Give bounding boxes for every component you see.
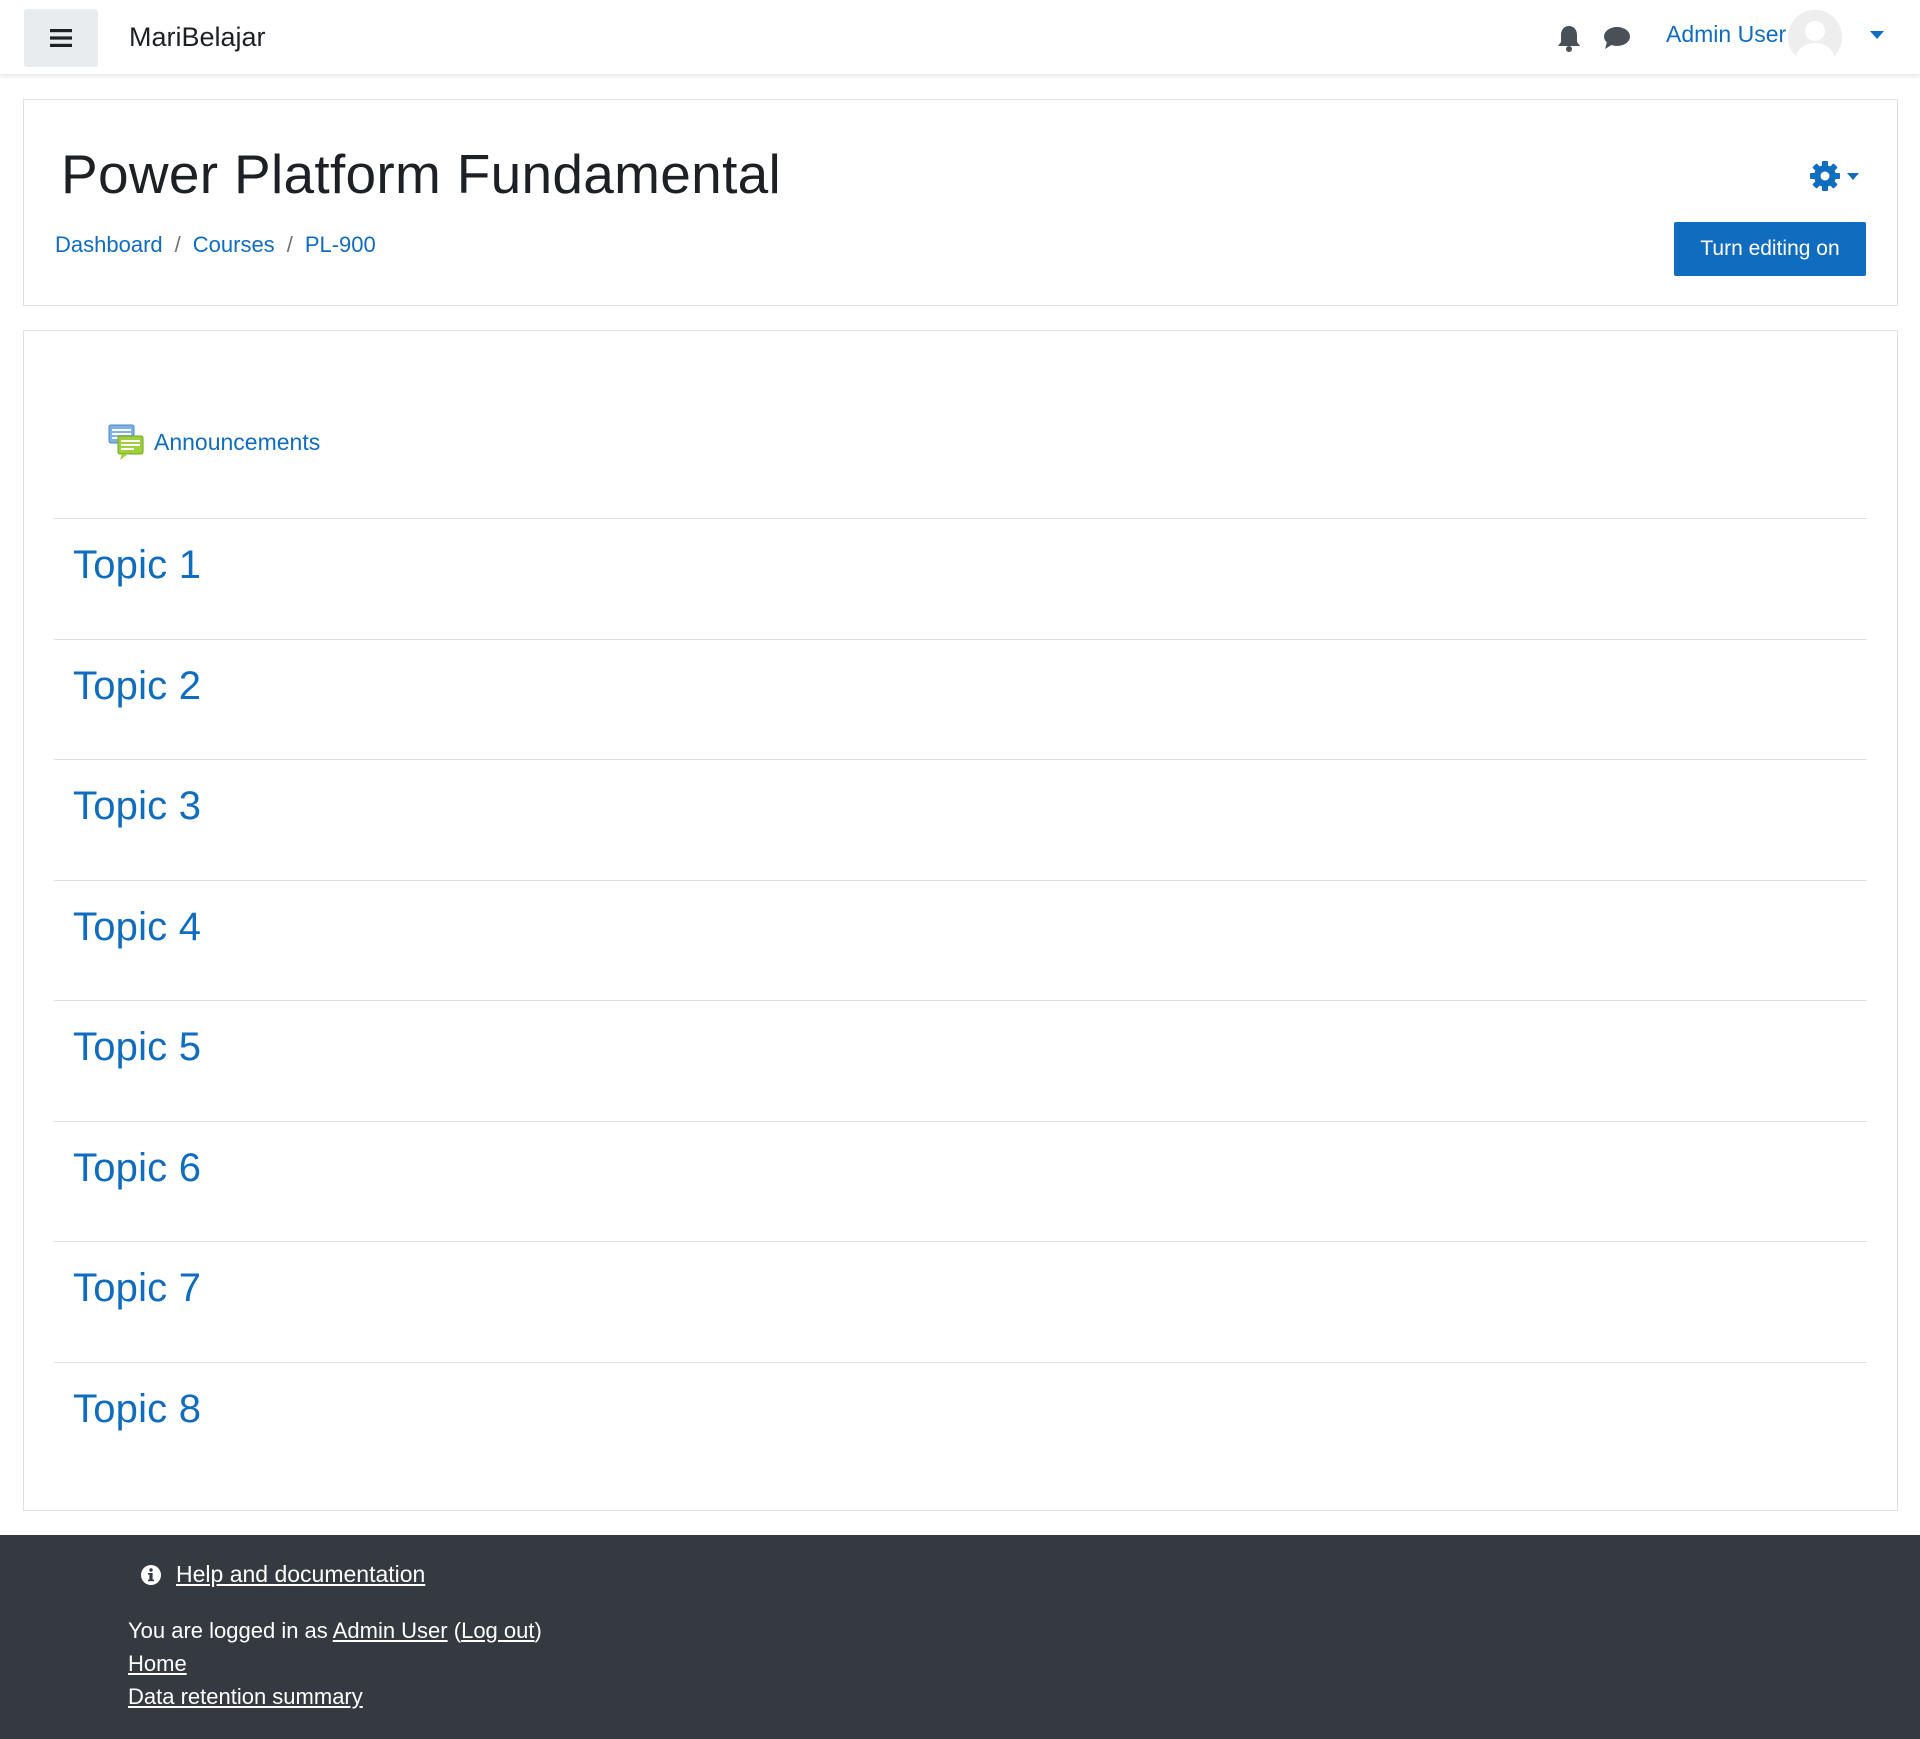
data-retention-link[interactable]: Data retention summary bbox=[128, 1684, 363, 1710]
topic-section: Topic 5 bbox=[54, 1000, 1867, 1121]
chat-icon[interactable] bbox=[1603, 26, 1631, 50]
topic-6-link[interactable]: Topic 6 bbox=[73, 1146, 201, 1191]
topic-5-link[interactable]: Topic 5 bbox=[73, 1025, 201, 1070]
announcements-forum-link[interactable]: Announcements bbox=[106, 422, 320, 462]
topic-3-link[interactable]: Topic 3 bbox=[73, 784, 201, 829]
help-documentation-link[interactable]: Help and documentation bbox=[176, 1561, 425, 1588]
avatar-icon bbox=[1788, 10, 1842, 64]
login-info-prefix: You are logged in as bbox=[128, 1618, 328, 1643]
topic-section: Topic 7 bbox=[54, 1241, 1867, 1362]
page-header: Power Platform Fundamental Dashboard / C… bbox=[23, 99, 1898, 306]
paren-close: ) bbox=[534, 1618, 542, 1643]
breadcrumb-separator: / bbox=[286, 232, 293, 257]
login-info: You are logged in as Admin User (Log out… bbox=[128, 1618, 542, 1644]
logout-link[interactable]: Log out bbox=[461, 1618, 534, 1643]
course-settings-menu[interactable] bbox=[1809, 158, 1871, 194]
help-documentation: Help and documentation bbox=[140, 1561, 425, 1588]
topic-8-link[interactable]: Topic 8 bbox=[73, 1387, 201, 1432]
breadcrumb-dashboard[interactable]: Dashboard bbox=[55, 232, 163, 258]
topic-section: Topic 4 bbox=[54, 879, 1867, 1001]
drawer-toggle-button[interactable] bbox=[24, 9, 98, 67]
hamburger-icon bbox=[50, 29, 72, 47]
breadcrumb-course[interactable]: PL-900 bbox=[305, 232, 376, 258]
page-footer: Help and documentation You are logged in… bbox=[0, 1535, 1920, 1739]
course-content: Announcements Topic 1 Topic 2 Topic 3 To… bbox=[23, 330, 1898, 1511]
avatar[interactable] bbox=[1788, 10, 1842, 64]
topic-2-link[interactable]: Topic 2 bbox=[73, 664, 201, 709]
topic-1-link[interactable]: Topic 1 bbox=[73, 543, 201, 588]
topic-section: Topic 3 bbox=[54, 759, 1867, 880]
page-title: Power Platform Fundamental bbox=[61, 143, 782, 205]
forum-icon bbox=[108, 424, 144, 460]
caret-down-icon[interactable] bbox=[1870, 31, 1884, 39]
site-name-link[interactable]: MariBelajar bbox=[129, 22, 266, 53]
turn-editing-on-button[interactable]: Turn editing on bbox=[1674, 222, 1866, 276]
announcements-label: Announcements bbox=[154, 428, 321, 455]
topic-list: Topic 1 Topic 2 Topic 3 Topic 4 Topic 5 … bbox=[54, 518, 1867, 1482]
topic-section: Topic 1 bbox=[54, 518, 1867, 639]
breadcrumb-courses[interactable]: Courses bbox=[193, 232, 275, 258]
breadcrumb-separator: / bbox=[174, 232, 181, 257]
info-icon bbox=[141, 1564, 161, 1585]
gear-icon bbox=[1810, 161, 1840, 191]
topic-section: Topic 6 bbox=[54, 1120, 1867, 1242]
bell-icon[interactable] bbox=[1556, 24, 1582, 52]
footer-home-link[interactable]: Home bbox=[128, 1651, 187, 1677]
topic-4-link[interactable]: Topic 4 bbox=[73, 905, 201, 950]
breadcrumb: Dashboard / Courses / PL-900 bbox=[55, 232, 376, 258]
caret-down-icon bbox=[1847, 172, 1859, 180]
topic-section: Topic 2 bbox=[54, 638, 1867, 760]
paren-open: ( bbox=[447, 1618, 462, 1643]
user-menu-name[interactable]: Admin User bbox=[1666, 21, 1786, 48]
topic-7-link[interactable]: Topic 7 bbox=[73, 1266, 201, 1311]
topic-section: Topic 8 bbox=[54, 1361, 1867, 1483]
top-navbar: MariBelajar Admin User bbox=[0, 0, 1920, 75]
footer-user-link[interactable]: Admin User bbox=[333, 1618, 448, 1643]
